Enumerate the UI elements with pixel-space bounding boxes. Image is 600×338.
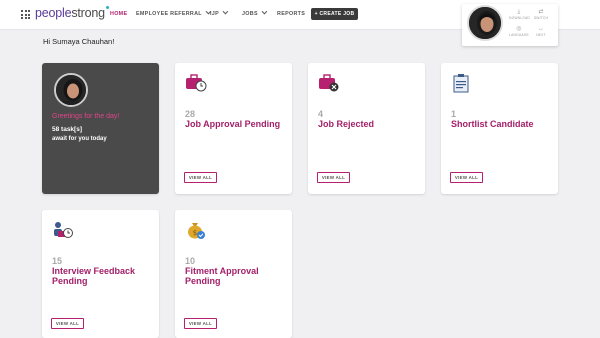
card-count: 15 xyxy=(52,256,63,266)
job-approval-card[interactable]: 28 Job Approval Pending VIEW ALL xyxy=(175,63,292,194)
card-count: 1 xyxy=(451,109,457,119)
card-title: Job Rejected xyxy=(318,119,375,129)
summary-card: Greetings for the day! 58 task[s] await … xyxy=(42,63,159,194)
card-count: 28 xyxy=(185,109,196,119)
switch-icon: ⇄ xyxy=(538,9,544,15)
next-tool[interactable]: ↔ NEXT xyxy=(531,26,551,37)
chevron-down-icon xyxy=(222,8,229,15)
task-count: 58 task[s] xyxy=(52,126,82,133)
avatar[interactable] xyxy=(467,5,503,41)
avatar xyxy=(54,73,88,107)
view-all-button[interactable]: VIEW ALL xyxy=(317,172,350,183)
job-rejected-card[interactable]: 4 Job Rejected VIEW ALL xyxy=(308,63,425,194)
chevron-down-icon xyxy=(261,8,268,15)
view-all-button[interactable]: VIEW ALL xyxy=(184,172,217,183)
nav-home[interactable]: HOME xyxy=(110,11,127,17)
app-grid-icon[interactable] xyxy=(21,10,30,19)
nav-ijp[interactable]: IJP xyxy=(210,8,229,17)
card-count: 4 xyxy=(318,109,324,119)
download-tool[interactable]: ⤓ DOWNLOAD xyxy=(509,9,530,20)
logo-mark xyxy=(105,6,109,9)
create-job-button[interactable]: + CREATE JOB xyxy=(311,8,358,20)
download-icon: ⤓ xyxy=(517,9,521,15)
fitment-approval-card[interactable]: $ 10 Fitment Approval Pending VIEW ALL xyxy=(175,210,292,338)
view-all-button[interactable]: VIEW ALL xyxy=(51,318,84,329)
card-title: Job Approval Pending xyxy=(185,119,281,129)
card-title: Shortlist Candidate xyxy=(451,119,534,129)
nav-employee-referral[interactable]: EMPLOYEE REFERRAL xyxy=(136,8,212,17)
summary-greeting: Greetings for the day! xyxy=(52,113,120,120)
clipboard-icon xyxy=(453,74,469,93)
view-all-button[interactable]: VIEW ALL xyxy=(184,318,217,329)
money-bag-check-icon: $ xyxy=(188,223,205,239)
await-text: await for you today xyxy=(52,136,107,142)
nav-jobs[interactable]: JOBS xyxy=(242,8,268,17)
logo[interactable]: peoplestrong xyxy=(35,6,109,20)
language-tool[interactable]: ◎ LANGUAGE xyxy=(509,26,529,37)
card-title: Interview Feedback Pending xyxy=(52,266,136,286)
switch-tool[interactable]: ⇄ SWITCH xyxy=(531,9,551,20)
card-title: Fitment Approval Pending xyxy=(185,266,259,286)
view-all-button[interactable]: VIEW ALL xyxy=(450,172,483,183)
arrows-icon: ↔ xyxy=(538,26,545,32)
shortlist-candidate-card[interactable]: 1 Shortlist Candidate VIEW ALL xyxy=(441,63,558,194)
globe-icon: ◎ xyxy=(516,26,522,32)
briefcase-rejected-icon xyxy=(319,74,339,92)
interview-clock-icon xyxy=(54,222,73,238)
page-greeting: Hi Sumaya Chauhan! xyxy=(43,37,115,46)
interview-feedback-card[interactable]: 15 Interview Feedback Pending VIEW ALL xyxy=(42,210,159,338)
nav-reports[interactable]: REPORTS xyxy=(277,11,305,17)
briefcase-clock-icon xyxy=(186,74,207,92)
svg-text:$: $ xyxy=(193,229,197,237)
card-count: 10 xyxy=(185,256,196,266)
